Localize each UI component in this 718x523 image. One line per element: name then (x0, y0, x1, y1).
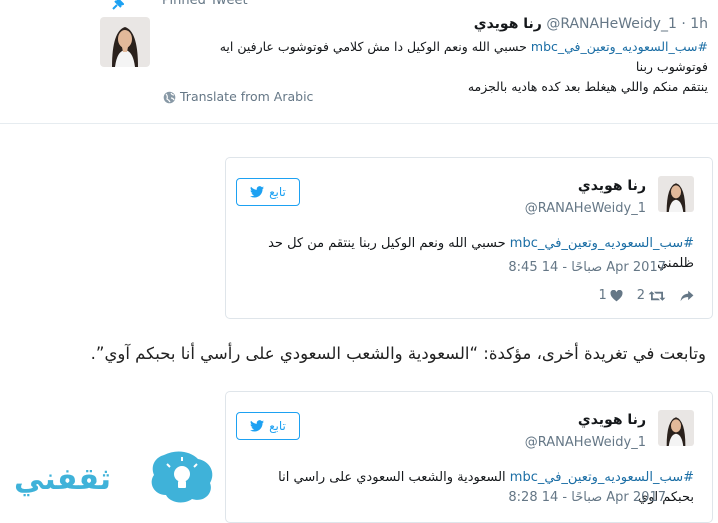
tweet-header: رنا هويدي @RANAHeWeidy_1 · 1h (474, 14, 708, 34)
translate-label: Translate from Arabic (180, 89, 314, 104)
embedded-tweet[interactable]: رنا هويدي @RANAHeWeidy_1 تابع #سب_السعود… (225, 391, 713, 523)
heart-icon (610, 289, 623, 301)
logo-text: ثقفني (14, 462, 111, 497)
translate-link[interactable]: Translate from Arabic (163, 89, 313, 105)
lightbulb-icon (151, 451, 213, 503)
hashtag-link[interactable]: #سب_السعوديه_وتعين_في_mbc (510, 470, 694, 485)
avatar[interactable] (100, 17, 150, 67)
globe-icon (163, 91, 176, 103)
author-handle[interactable]: @RANAHeWeidy_1 (525, 435, 646, 450)
follow-button[interactable]: تابع (236, 412, 300, 440)
follow-label: تابع (269, 419, 286, 433)
site-logo: ثقفني (14, 451, 213, 503)
author-handle[interactable]: @RANAHeWeidy_1 (546, 16, 677, 32)
retweet-count: 2 (636, 288, 645, 303)
follow-button[interactable]: تابع (236, 178, 300, 206)
pin-icon (112, 0, 124, 10)
tweet-text: #سب_السعوديه_وتعين_في_mbc حسبي الله ونعم… (168, 37, 708, 97)
hashtag-link[interactable]: #سب_السعوديه_وتعين_في_mbc (510, 236, 694, 251)
tweet-actions: 1 2 (598, 288, 694, 303)
author-handle[interactable]: @RANAHeWeidy_1 (525, 201, 646, 216)
follow-label: تابع (269, 185, 286, 199)
avatar[interactable] (658, 176, 694, 212)
share-icon[interactable] (680, 290, 694, 302)
divider (0, 123, 718, 124)
twitter-bird-icon (250, 186, 265, 198)
tweet-date[interactable]: 8:28 صباحًا - 14 Apr 2017 (508, 490, 666, 505)
hashtag-link[interactable]: #سب_السعوديه_وتعين_في_mbc (531, 39, 708, 54)
like-count: 1 (598, 288, 607, 303)
author-name[interactable]: رنا هويدي (578, 412, 646, 428)
author-name[interactable]: رنا هويدي (474, 16, 542, 32)
like-button[interactable]: 1 (598, 288, 623, 303)
pinned-tweet-label: Pinned Tweet (162, 0, 248, 8)
tweet-time[interactable]: · 1h (681, 16, 708, 32)
retweet-button[interactable]: 2 (637, 288, 666, 303)
retweet-icon (648, 290, 666, 301)
twitter-bird-icon (250, 420, 265, 432)
tweet-date[interactable]: 8:45 صباحًا - 14 Apr 2017 (508, 260, 666, 275)
embedded-tweet[interactable]: رنا هويدي @RANAHeWeidy_1 تابع #سب_السعود… (225, 157, 713, 319)
article-paragraph: وتابعت في تغريدة أخرى، مؤكدة: “السعودية … (90, 344, 706, 363)
author-name[interactable]: رنا هويدي (578, 178, 646, 194)
avatar[interactable] (658, 410, 694, 446)
